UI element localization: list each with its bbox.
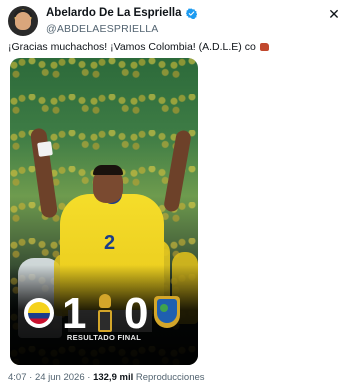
wrist-tape (37, 141, 53, 157)
trophy-icon (97, 294, 113, 334)
tweet-date[interactable]: 24 jun 2026 (35, 372, 85, 383)
avatar-face (15, 12, 31, 30)
result-label: RESULTADO FINAL (66, 333, 142, 342)
meta-separator: · (87, 372, 91, 383)
tweet-meta: 4:07 · 24 jun 2026 · 132,9 mil Reproducc… (8, 372, 205, 383)
verified-badge-icon (185, 8, 197, 19)
tweet-time[interactable]: 4:07 (8, 372, 27, 383)
meta-separator: · (29, 372, 33, 383)
flexed-arm-emoji-icon (259, 43, 269, 51)
player-hair (93, 165, 123, 175)
tweet-text-content: ¡Gracias muchachos! ¡Vamos Colombia! (A.… (8, 41, 256, 53)
jersey-number: 2 (104, 232, 116, 254)
opponent-crest-icon (154, 296, 180, 328)
views-count: 132,9 mil (93, 372, 134, 383)
tweet-text: ¡Gracias muchachos! ¡Vamos Colombia! (A.… (8, 41, 342, 53)
author-name-row: Abelardo De La Espriella (46, 7, 197, 19)
colombia-crest-icon (24, 298, 54, 328)
close-icon[interactable]: ✕ (326, 6, 342, 22)
author-display-name[interactable]: Abelardo De La Espriella (46, 7, 182, 19)
tweet-media-image[interactable]: 2 1 0 RESULTADO FINAL (10, 58, 198, 365)
avatar[interactable] (8, 6, 38, 36)
author-handle[interactable]: @ABDELAESPRIELLA (46, 23, 159, 35)
tweet-header: Abelardo De La Espriella @ABDELAESPRIELL… (8, 6, 342, 38)
views-label: Reproducciones (135, 372, 205, 383)
